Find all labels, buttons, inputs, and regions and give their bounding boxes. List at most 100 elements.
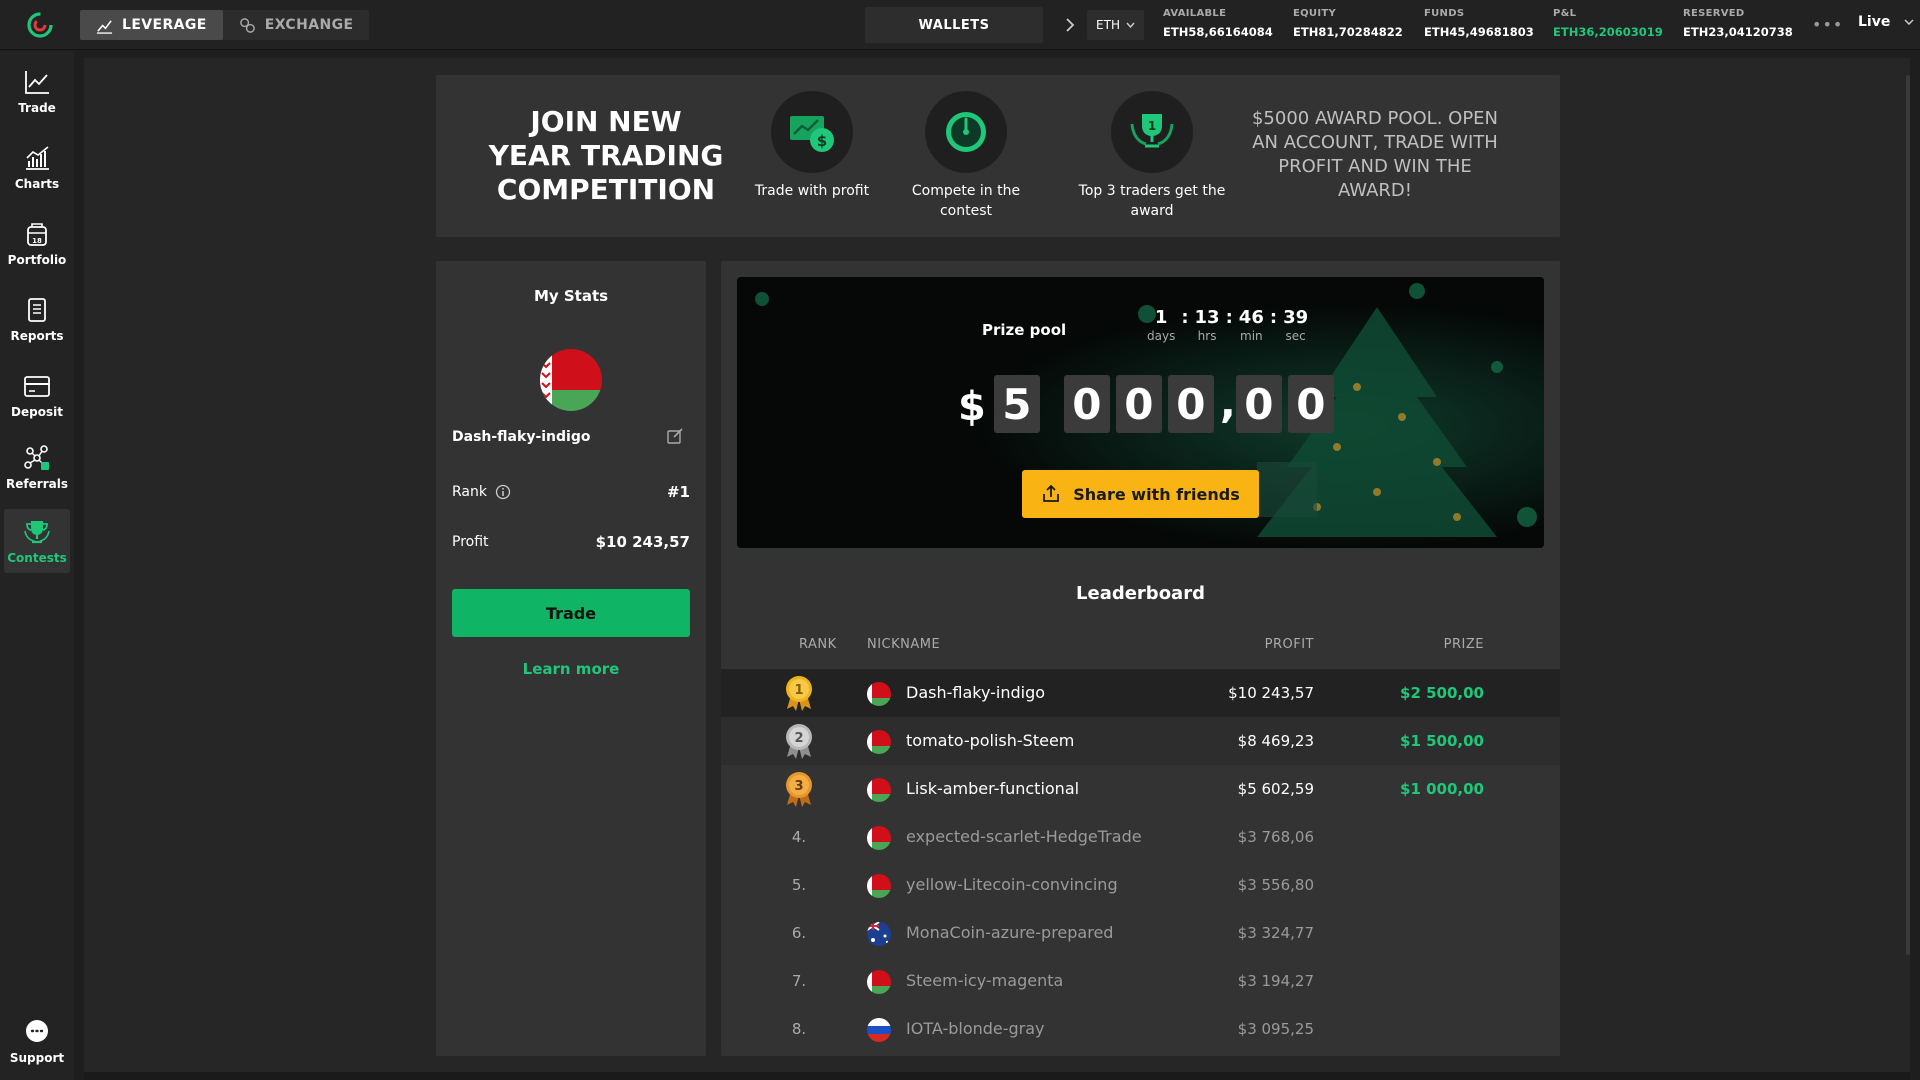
step-icon-circle: 1 (1111, 91, 1193, 173)
nickname-cell: Steem-icy-magenta (906, 971, 1064, 990)
sidebar-item-charts[interactable]: Charts (4, 135, 70, 199)
svg-text:1: 1 (1148, 119, 1156, 133)
countdown-separator: : (1225, 307, 1233, 328)
prize-pool-label: Prize pool (982, 321, 1067, 339)
banner-title: JOIN NEW YEAR TRADING COMPETITION (488, 105, 724, 206)
chevron-right-icon[interactable] (1064, 15, 1076, 35)
stopwatch-icon (946, 112, 986, 152)
countdown-seconds: 39 sec (1283, 307, 1308, 343)
stat-value: ETH45,49681803 (1424, 25, 1534, 39)
my-nickname: Dash-flaky-indigo (452, 429, 591, 445)
countdown-unit: min (1240, 329, 1263, 343)
vertical-scrollbar[interactable] (1906, 75, 1910, 955)
belarus-flag-icon (867, 682, 891, 706)
award-pool-text: $5000 AWARD POOL. OPEN AN ACCOUNT, TRADE… (1251, 108, 1499, 201)
step-icon-circle: $ (771, 91, 853, 173)
svg-text:18: 18 (32, 237, 42, 245)
exchange-tab[interactable]: EXCHANGE (223, 10, 370, 40)
share-icon (1043, 484, 1060, 502)
leaderboard-row[interactable]: 7. Steem-icy-magenta $3 194,27 (721, 957, 1560, 1005)
profit-cell: $3 556,80 (1237, 876, 1314, 894)
sidebar-item-label: Support (9, 1051, 65, 1065)
more-options-icon[interactable]: ••• (1812, 15, 1843, 34)
support-chat-icon (26, 1020, 48, 1042)
leaderboard-row[interactable]: 8. IOTA-blonde-gray $3 095,25 (721, 1005, 1560, 1053)
rank-cell: 8. (791, 1020, 807, 1038)
svg-text:1: 1 (794, 683, 803, 698)
rank-label: Rank (452, 484, 487, 500)
competition-banner: JOIN NEW YEAR TRADING COMPETITION $ Trad… (436, 75, 1560, 237)
my-stats-card: My Stats Dash-flaky-indigo Rank #1 Profi… (436, 261, 706, 1056)
money-screen-icon: $ (790, 116, 834, 152)
profit-cell: $10 243,57 (1228, 684, 1314, 702)
chevron-down-icon (1904, 19, 1914, 25)
nickname-cell: IOTA-blonde-gray (906, 1019, 1045, 1038)
stat-label: P&L (1553, 8, 1577, 19)
sidebar-item-reports[interactable]: Reports (4, 287, 70, 351)
australia-flag-icon (867, 922, 891, 946)
info-icon[interactable] (495, 484, 511, 500)
deposit-card-icon (24, 376, 50, 397)
rank-cell: 2 (777, 717, 821, 765)
trade-chart-icon (25, 71, 49, 94)
prize-digit: 0 (1167, 375, 1214, 433)
rank-row: Rank #1 (452, 483, 690, 501)
my-stats-title: My Stats (533, 287, 609, 305)
prize-digit: 0 (1063, 375, 1110, 433)
leverage-tab[interactable]: LEVERAGE (80, 10, 223, 40)
step-text: Compete in the contest (911, 183, 1021, 219)
decimal-comma: , (1219, 378, 1236, 427)
sidebar-item-referrals[interactable]: Referrals (4, 435, 70, 499)
leaderboard-row[interactable]: 5. yellow-Litecoin-convincing $3 556,80 (721, 861, 1560, 909)
leaderboard-title: Leaderboard (1076, 583, 1205, 604)
nickname-cell: expected-scarlet-HedgeTrade (906, 827, 1142, 846)
learn-more-link[interactable]: Learn more (436, 660, 706, 678)
share-button-label: Share with friends (1073, 484, 1240, 504)
horizontal-scrollbar[interactable] (84, 1072, 1910, 1080)
bronze-medal-icon: 3 (786, 772, 812, 807)
sidebar-item-portfolio[interactable]: 18 Portfolio (4, 211, 70, 275)
svg-text:$: $ (817, 132, 827, 150)
account-mode-value: Live (1858, 14, 1891, 30)
leaderboard-row[interactable]: 1 Dash-flaky-indigo $10 243,57 $2 500,00 (721, 669, 1560, 717)
currency-symbol: $ (958, 384, 986, 430)
step-compete: Compete in the contest (891, 91, 1041, 221)
sidebar-item-deposit[interactable]: Deposit (4, 363, 70, 427)
countdown-unit: hrs (1197, 329, 1217, 343)
stat-label: AVAILABLE (1163, 8, 1227, 19)
mode-switch: LEVERAGE EXCHANGE (80, 10, 370, 40)
sidebar-item-label: Deposit (11, 405, 63, 419)
trophy-icon (24, 521, 50, 544)
prize-pool-panel: Prize pool 1 days : 13 hrs : 46 min : 39… (737, 277, 1544, 548)
nickname-cell: yellow-Litecoin-convincing (906, 875, 1118, 894)
currency-select[interactable]: ETH (1087, 10, 1144, 40)
edit-icon[interactable] (666, 427, 684, 445)
share-with-friends-button[interactable]: Share with friends (1022, 470, 1259, 518)
step-top-3: 1 Top 3 traders get the award (1077, 91, 1227, 221)
profit-cell: $3 095,25 (1237, 1020, 1314, 1038)
countdown-value: 1 (1154, 307, 1168, 328)
stat-value: ETH81,70284822 (1293, 25, 1403, 39)
belarus-flag-icon (867, 970, 891, 994)
app-logo-icon[interactable] (26, 11, 54, 39)
leaderboard-row[interactable]: 2 tomato-polish-Steem $8 469,23 $1 500,0… (721, 717, 1560, 765)
wallets-button[interactable]: WALLETS (865, 7, 1043, 43)
currency-value: ETH (1096, 18, 1120, 32)
charts-icon (26, 146, 49, 170)
russia-flag-icon (867, 1018, 891, 1042)
trade-button[interactable]: Trade (452, 589, 690, 637)
sidebar-item-contests[interactable]: Contests (4, 509, 70, 573)
belarus-flag-icon (867, 826, 891, 850)
account-mode-select[interactable]: Live (1858, 14, 1914, 30)
step-trade-with-profit: $ Trade with profit (737, 91, 887, 201)
countdown-value: 39 (1283, 307, 1309, 328)
top-bar: LEVERAGE EXCHANGE WALLETS ETH AVAILABLE … (0, 0, 1920, 50)
leaderboard-row[interactable]: 6. MonaCoin-azure-prepared $3 324,77 (721, 909, 1560, 957)
chart-line-icon (96, 19, 113, 34)
sidebar-item-trade[interactable]: Trade (4, 59, 70, 123)
column-header-nickname: NICKNAME (867, 637, 941, 652)
leaderboard-row[interactable]: 4. expected-scarlet-HedgeTrade $3 768,06 (721, 813, 1560, 861)
sidebar-item-label: Contests (7, 551, 67, 565)
leaderboard-row[interactable]: 3 Lisk-amber-functional $5 602,59 $1 000… (721, 765, 1560, 813)
sidebar-item-support[interactable]: Support (4, 1009, 70, 1073)
